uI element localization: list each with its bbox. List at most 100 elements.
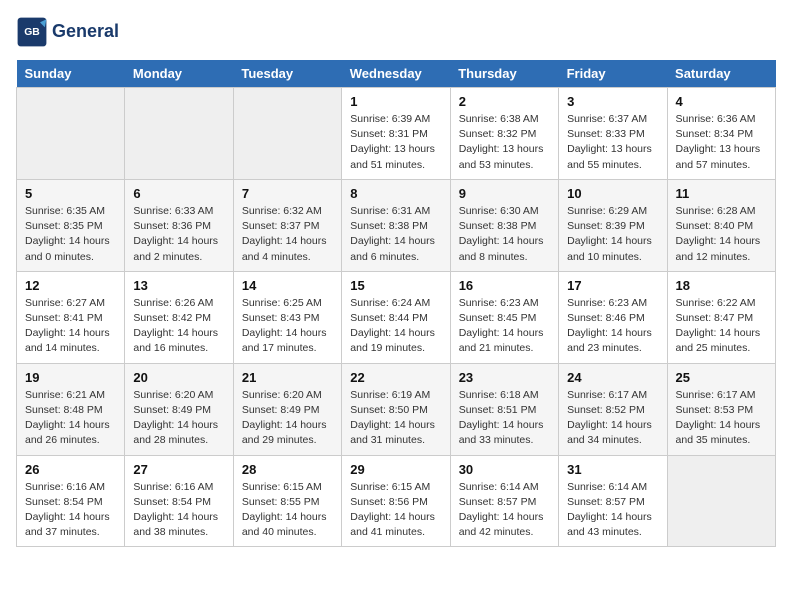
- day-number: 13: [133, 278, 224, 293]
- day-number: 2: [459, 94, 550, 109]
- calendar-cell: [125, 88, 233, 180]
- day-info: Sunrise: 6:17 AM Sunset: 8:53 PM Dayligh…: [676, 388, 767, 449]
- day-info: Sunrise: 6:19 AM Sunset: 8:50 PM Dayligh…: [350, 388, 441, 449]
- day-info: Sunrise: 6:29 AM Sunset: 8:39 PM Dayligh…: [567, 204, 658, 265]
- calendar-cell: 27 Sunrise: 6:16 AM Sunset: 8:54 PM Dayli…: [125, 455, 233, 547]
- column-header-wednesday: Wednesday: [342, 60, 450, 88]
- calendar-cell: 10Sunrise: 6:29 AM Sunset: 8:39 PM Dayli…: [559, 179, 667, 271]
- day-number: 26: [25, 462, 116, 477]
- calendar-cell: 30 Sunrise: 6:14 AM Sunset: 8:57 PM Dayli…: [450, 455, 558, 547]
- day-info: Sunrise: 6:30 AM Sunset: 8:38 PM Dayligh…: [459, 204, 550, 265]
- day-info: Sunrise: 6:21 AM Sunset: 8:48 PM Dayligh…: [25, 388, 116, 449]
- day-info: Sunrise: 6:15 AM Sunset: 8:56 PM Dayligh…: [350, 480, 441, 541]
- day-number: 4: [676, 94, 767, 109]
- calendar-cell: 15 Sunrise: 6:24 AM Sunset: 8:44 PM Dayli…: [342, 271, 450, 363]
- day-number: 12: [25, 278, 116, 293]
- logo: GB General: [16, 16, 119, 48]
- day-info: Sunrise: 6:20 AM Sunset: 8:49 PM Dayligh…: [133, 388, 224, 449]
- calendar-cell: 31 Sunrise: 6:14 AM Sunset: 8:57 PM Dayli…: [559, 455, 667, 547]
- svg-text:GB: GB: [24, 27, 40, 38]
- day-info: Sunrise: 6:35 AM Sunset: 8:35 PM Dayligh…: [25, 204, 116, 265]
- day-number: 19: [25, 370, 116, 385]
- day-info: Sunrise: 6:27 AM Sunset: 8:41 PM Dayligh…: [25, 296, 116, 357]
- day-number: 9: [459, 186, 550, 201]
- day-number: 30: [459, 462, 550, 477]
- day-number: 20: [133, 370, 224, 385]
- day-info: Sunrise: 6:16 AM Sunset: 8:54 PM Dayligh…: [133, 480, 224, 541]
- day-info: Sunrise: 6:20 AM Sunset: 8:49 PM Dayligh…: [242, 388, 333, 449]
- day-info: Sunrise: 6:14 AM Sunset: 8:57 PM Dayligh…: [567, 480, 658, 541]
- day-info: Sunrise: 6:23 AM Sunset: 8:46 PM Dayligh…: [567, 296, 658, 357]
- calendar-cell: 6 Sunrise: 6:33 AM Sunset: 8:36 PM Daylig…: [125, 179, 233, 271]
- day-number: 16: [459, 278, 550, 293]
- calendar-cell: 13 Sunrise: 6:26 AM Sunset: 8:42 PM Dayli…: [125, 271, 233, 363]
- column-header-friday: Friday: [559, 60, 667, 88]
- day-number: 28: [242, 462, 333, 477]
- calendar-cell: 11Sunrise: 6:28 AM Sunset: 8:40 PM Dayli…: [667, 179, 775, 271]
- calendar-cell: [667, 455, 775, 547]
- day-info: Sunrise: 6:26 AM Sunset: 8:42 PM Dayligh…: [133, 296, 224, 357]
- column-header-thursday: Thursday: [450, 60, 558, 88]
- column-header-sunday: Sunday: [17, 60, 125, 88]
- day-number: 14: [242, 278, 333, 293]
- calendar-cell: 3Sunrise: 6:37 AM Sunset: 8:33 PM Daylig…: [559, 88, 667, 180]
- calendar-cell: 23Sunrise: 6:18 AM Sunset: 8:51 PM Dayli…: [450, 363, 558, 455]
- calendar-week-4: 19 Sunrise: 6:21 AM Sunset: 8:48 PM Dayli…: [17, 363, 776, 455]
- day-number: 7: [242, 186, 333, 201]
- calendar-week-3: 12 Sunrise: 6:27 AM Sunset: 8:41 PM Dayli…: [17, 271, 776, 363]
- day-info: Sunrise: 6:22 AM Sunset: 8:47 PM Dayligh…: [676, 296, 767, 357]
- day-info: Sunrise: 6:36 AM Sunset: 8:34 PM Dayligh…: [676, 112, 767, 173]
- day-number: 6: [133, 186, 224, 201]
- calendar-cell: 14 Sunrise: 6:25 AM Sunset: 8:43 PM Dayli…: [233, 271, 341, 363]
- calendar-cell: 29 Sunrise: 6:15 AM Sunset: 8:56 PM Dayli…: [342, 455, 450, 547]
- calendar-week-2: 5 Sunrise: 6:35 AM Sunset: 8:35 PM Daylig…: [17, 179, 776, 271]
- logo-icon: GB: [16, 16, 48, 48]
- calendar-cell: 20 Sunrise: 6:20 AM Sunset: 8:49 PM Dayli…: [125, 363, 233, 455]
- day-number: 29: [350, 462, 441, 477]
- calendar-table: SundayMondayTuesdayWednesdayThursdayFrid…: [16, 60, 776, 547]
- day-info: Sunrise: 6:32 AM Sunset: 8:37 PM Dayligh…: [242, 204, 333, 265]
- day-number: 24: [567, 370, 658, 385]
- calendar-header-row: SundayMondayTuesdayWednesdayThursdayFrid…: [17, 60, 776, 88]
- day-number: 31: [567, 462, 658, 477]
- calendar-cell: [17, 88, 125, 180]
- calendar-cell: 5 Sunrise: 6:35 AM Sunset: 8:35 PM Daylig…: [17, 179, 125, 271]
- column-header-tuesday: Tuesday: [233, 60, 341, 88]
- page-header: GB General: [16, 16, 776, 48]
- calendar-week-1: 1Sunrise: 6:39 AM Sunset: 8:31 PM Daylig…: [17, 88, 776, 180]
- day-info: Sunrise: 6:24 AM Sunset: 8:44 PM Dayligh…: [350, 296, 441, 357]
- calendar-cell: 28 Sunrise: 6:15 AM Sunset: 8:55 PM Dayli…: [233, 455, 341, 547]
- day-number: 18: [676, 278, 767, 293]
- day-number: 17: [567, 278, 658, 293]
- calendar-cell: 19 Sunrise: 6:21 AM Sunset: 8:48 PM Dayli…: [17, 363, 125, 455]
- calendar-cell: 9 Sunrise: 6:30 AM Sunset: 8:38 PM Daylig…: [450, 179, 558, 271]
- calendar-cell: 25Sunrise: 6:17 AM Sunset: 8:53 PM Dayli…: [667, 363, 775, 455]
- calendar-cell: 8Sunrise: 6:31 AM Sunset: 8:38 PM Daylig…: [342, 179, 450, 271]
- calendar-cell: 24Sunrise: 6:17 AM Sunset: 8:52 PM Dayli…: [559, 363, 667, 455]
- day-info: Sunrise: 6:38 AM Sunset: 8:32 PM Dayligh…: [459, 112, 550, 173]
- calendar-cell: 16 Sunrise: 6:23 AM Sunset: 8:45 PM Dayli…: [450, 271, 558, 363]
- day-info: Sunrise: 6:14 AM Sunset: 8:57 PM Dayligh…: [459, 480, 550, 541]
- day-info: Sunrise: 6:37 AM Sunset: 8:33 PM Dayligh…: [567, 112, 658, 173]
- calendar-cell: [233, 88, 341, 180]
- day-info: Sunrise: 6:15 AM Sunset: 8:55 PM Dayligh…: [242, 480, 333, 541]
- calendar-cell: 21Sunrise: 6:20 AM Sunset: 8:49 PM Dayli…: [233, 363, 341, 455]
- day-info: Sunrise: 6:16 AM Sunset: 8:54 PM Dayligh…: [25, 480, 116, 541]
- calendar-cell: 12 Sunrise: 6:27 AM Sunset: 8:41 PM Dayli…: [17, 271, 125, 363]
- day-info: Sunrise: 6:25 AM Sunset: 8:43 PM Dayligh…: [242, 296, 333, 357]
- calendar-cell: 2 Sunrise: 6:38 AM Sunset: 8:32 PM Daylig…: [450, 88, 558, 180]
- day-number: 27: [133, 462, 224, 477]
- calendar-cell: 26 Sunrise: 6:16 AM Sunset: 8:54 PM Dayli…: [17, 455, 125, 547]
- day-info: Sunrise: 6:23 AM Sunset: 8:45 PM Dayligh…: [459, 296, 550, 357]
- day-info: Sunrise: 6:33 AM Sunset: 8:36 PM Dayligh…: [133, 204, 224, 265]
- column-header-saturday: Saturday: [667, 60, 775, 88]
- calendar-week-5: 26 Sunrise: 6:16 AM Sunset: 8:54 PM Dayli…: [17, 455, 776, 547]
- column-header-monday: Monday: [125, 60, 233, 88]
- calendar-cell: 7 Sunrise: 6:32 AM Sunset: 8:37 PM Daylig…: [233, 179, 341, 271]
- day-number: 15: [350, 278, 441, 293]
- calendar-cell: 18 Sunrise: 6:22 AM Sunset: 8:47 PM Dayli…: [667, 271, 775, 363]
- day-number: 5: [25, 186, 116, 201]
- logo-text: General: [52, 22, 119, 42]
- calendar-cell: 1Sunrise: 6:39 AM Sunset: 8:31 PM Daylig…: [342, 88, 450, 180]
- day-info: Sunrise: 6:18 AM Sunset: 8:51 PM Dayligh…: [459, 388, 550, 449]
